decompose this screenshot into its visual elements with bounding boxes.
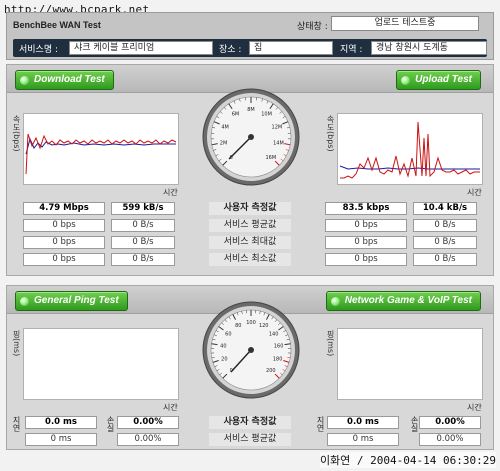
upload-test-label: Upload Test (415, 74, 472, 85)
ping-metric-label-user: 사용자 측정값 (209, 416, 291, 429)
ping-test-panel: General Ping Test Network Game & VoIP Te… (6, 285, 494, 450)
ping-left-loss-label: 손실 (106, 416, 115, 432)
place-label: 장소 : (219, 45, 242, 55)
ping-right-loss-current: 0.00% (419, 416, 481, 429)
green-bullet-icon (20, 76, 29, 85)
ping-metric-label-average: 서비스 평균값 (209, 433, 291, 446)
speed-gauge-tick-label: 4M (221, 124, 229, 130)
ping-left-loss-average: 0.00% (117, 433, 179, 446)
ping-left-delay-current: 0.0 ms (25, 416, 97, 429)
region-field[interactable]: 경남 창원시 도계동 (371, 41, 487, 55)
ping-gauge-tick-label: 200 (266, 368, 276, 374)
download-bytes-current: 599 kB/s (111, 202, 175, 215)
upload-test-button[interactable]: Upload Test (396, 70, 481, 90)
download-bytes-min: 0 B/s (111, 253, 175, 266)
metric-label-min: 서비스 최소값 (209, 253, 291, 266)
upload-bps-average: 0 bps (325, 219, 407, 232)
green-bullet-icon (330, 297, 340, 306)
status-label: 상태창 : (297, 22, 328, 32)
speed-gauge-tick-label: 14M (273, 140, 284, 146)
speed-test-panel: Download Test Upload Test 속도(bps) 시간 속도(… (6, 64, 494, 276)
download-bps-max: 0 bps (23, 236, 105, 249)
ping-right-delay-label: 지연 (316, 416, 325, 432)
ping-right-y-axis-label: 핑(ms) (326, 330, 335, 357)
ping-left-delay-average: 0 ms (25, 433, 97, 446)
upload-bytes-max: 0 B/s (413, 236, 477, 249)
ping-gauge-tick-label: 120 (259, 323, 269, 329)
speed-gauge-dial: 02M4M6M8M10M12M14M16M (202, 88, 300, 186)
download-bps-current: 4.79 Mbps (23, 202, 105, 215)
ping-gauge-tick-label: 100 (246, 320, 256, 326)
download-bytes-average: 0 B/s (111, 219, 175, 232)
speed-gauge-tick-label: 6M (232, 112, 240, 118)
ping-right-graph (337, 328, 483, 400)
game-voip-test-button[interactable]: Network Game & VoIP Test (325, 291, 481, 311)
watermark-author-date: 이화연 / 2004-04-14 06:30:29 (319, 452, 496, 468)
metric-label-user: 사용자 측정값 (209, 202, 291, 215)
status-field: 업로드 테스트중 (331, 16, 479, 31)
metric-label-max: 서비스 최대값 (209, 236, 291, 249)
download-graph-plot (25, 133, 177, 175)
download-test-label: Download Test (34, 74, 105, 85)
ping-gauge-tick-label: 40 (220, 344, 226, 350)
ping-gauge-tick-label: 60 (225, 332, 231, 338)
ping-gauge-tick-label: 140 (269, 332, 279, 338)
ping-left-graph (23, 328, 179, 400)
speed-gauge-tick-label: 8M (247, 107, 255, 113)
ping-test-button[interactable]: General Ping Test (15, 291, 128, 311)
metric-label-average: 서비스 평균값 (209, 219, 291, 232)
speed-gauge-tick-label: 16M (265, 155, 276, 161)
game-voip-test-label: Network Game & VoIP Test (344, 295, 472, 306)
upload-bps-max: 0 bps (325, 236, 407, 249)
download-x-axis-label: 시간 (163, 188, 178, 197)
service-label: 서비스명 : (19, 45, 59, 55)
download-graph (23, 113, 179, 185)
upload-graph-plot (339, 121, 480, 179)
upload-bytes-min: 0 B/s (413, 253, 477, 266)
service-field[interactable]: 샤크 케이블 프리미엄 (69, 41, 213, 55)
upload-bytes-current: 10.4 kB/s (413, 202, 477, 215)
download-bytes-max: 0 B/s (111, 236, 175, 249)
speed-gauge: 0 2M 4M 6M 8M 10M 12M 14M 16M (201, 87, 301, 187)
upload-x-axis-label: 시간 (467, 188, 482, 197)
upload-graph (337, 113, 483, 185)
download-bps-average: 0 bps (23, 219, 105, 232)
header-panel: BenchBee WAN Test 상태창 : 업로드 테스트중 서비스명 : … (6, 12, 494, 60)
upload-bps-min: 0 bps (325, 253, 407, 266)
upload-series-red (340, 121, 480, 179)
ping-right-delay-average: 0 ms (327, 433, 399, 446)
ping-gauge-tick-label: 160 (274, 344, 284, 350)
ping-right-delay-current: 0.0 ms (327, 416, 399, 429)
ping-gauge-dial: 020406080100120140160180200 (202, 301, 300, 399)
place-field[interactable]: 집 (249, 41, 333, 55)
ping-gauge-tick-label: 180 (273, 357, 283, 363)
ping-left-loss-current: 0.00% (117, 416, 179, 429)
ping-right-loss-average: 0.00% (419, 433, 481, 446)
green-bullet-icon (20, 297, 29, 306)
ping-left-delay-label: 지연 (12, 416, 21, 432)
ping-left-x-axis-label: 시간 (163, 403, 178, 412)
upload-bytes-average: 0 B/s (413, 219, 477, 232)
ping-gauge-tick-label: 20 (221, 357, 227, 363)
green-bullet-icon (401, 76, 411, 85)
info-bar: 서비스명 : 샤크 케이블 프리미엄 장소 : 집 지역 : 경남 창원시 도계… (13, 39, 487, 57)
ping-test-label: General Ping Test (34, 295, 119, 306)
ping-gauge: 020406080100120140160180200 (201, 300, 301, 400)
download-bps-min: 0 bps (23, 253, 105, 266)
region-label: 지역 : (340, 45, 363, 55)
speed-gauge-tick-label: 12M (272, 124, 283, 130)
upload-bps-current: 83.5 kbps (325, 202, 407, 215)
download-test-button[interactable]: Download Test (15, 70, 114, 90)
ping-gauge-tick-label: 80 (235, 323, 241, 329)
download-series-red (25, 133, 177, 175)
app-title: BenchBee WAN Test (13, 20, 101, 30)
ping-right-x-axis-label: 시간 (467, 403, 482, 412)
upload-y-axis-label: 속도(bps) (326, 115, 335, 152)
download-y-axis-label: 속도(bps) (12, 115, 21, 152)
speed-gauge-tick-label: 10M (261, 112, 272, 118)
speed-gauge-tick-label: 2M (220, 140, 228, 146)
ping-left-y-axis-label: 핑(ms) (12, 330, 21, 357)
